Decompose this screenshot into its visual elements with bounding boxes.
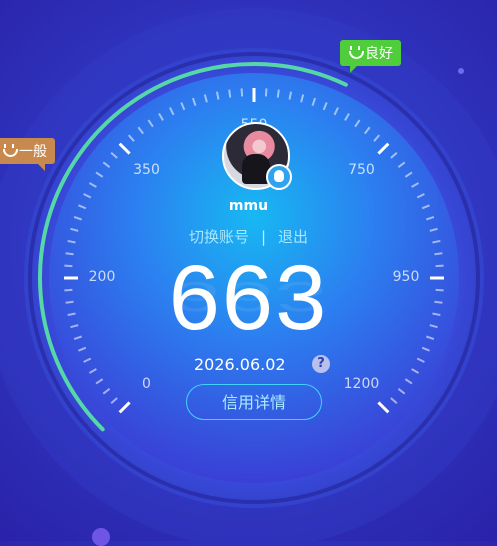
scale-label-1200: 1200 [343,376,380,393]
smile-icon [348,46,364,60]
gauge-tick [240,88,244,97]
scale-label-0: 0 [142,376,151,393]
account-links: 切换账号 | 退出 [0,226,497,247]
decor-dot [458,68,464,74]
qq-icon [266,164,292,190]
credit-detail-button[interactable]: 信用详情 [186,384,322,420]
help-icon[interactable]: ? [312,355,330,373]
gauge-tick [264,88,268,97]
status-tag-normal: 一般 [0,138,55,171]
status-tag-good: 良好 [340,40,401,73]
credit-score-reflection: 663 [168,273,329,320]
gauge-tick [228,89,232,98]
status-tag-normal-label: 一般 [19,144,47,160]
gauge-tick [276,89,280,98]
separator: | [260,228,267,246]
username: mmu [228,198,269,214]
scale-label-350: 350 [133,161,160,178]
logout-link[interactable]: 退出 [278,228,308,246]
scale-label-750: 750 [348,161,375,178]
switch-account-link[interactable]: 切换账号 [189,228,249,246]
score-date: 2026.06.02 [194,355,286,374]
status-tag-good-label: 良好 [365,46,393,62]
smile-icon [2,144,18,158]
decor-dot [92,528,110,546]
